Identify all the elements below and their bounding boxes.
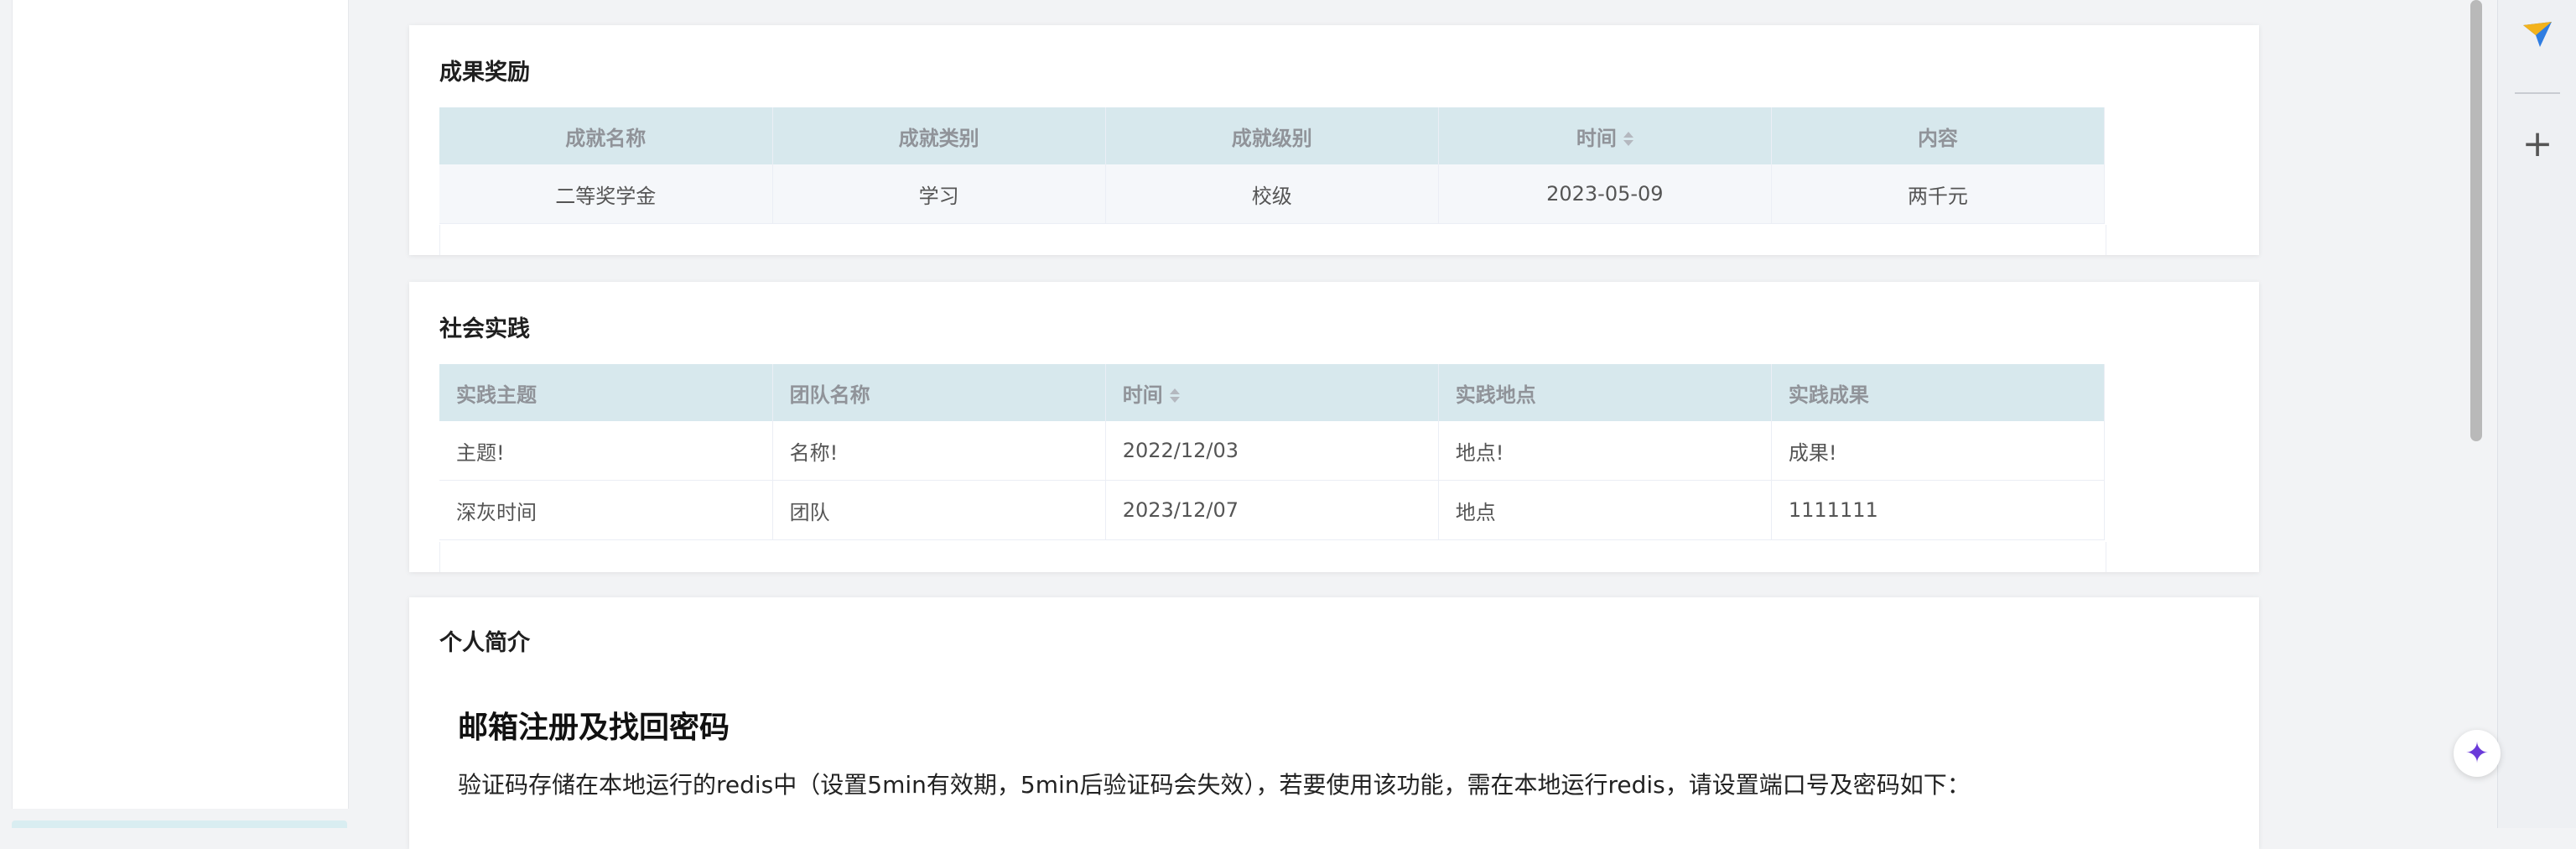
right-rail: + [2497, 0, 2576, 828]
left-panel-active-strip[interactable] [12, 820, 347, 828]
awards-header-row: 成就名称 成就类别 成就级别 时间 内容 [439, 107, 2106, 164]
table-cell: 二等奖学金 [439, 164, 773, 224]
awards-table: 成就名称 成就类别 成就级别 时间 内容 二等奖学金 学习 校级 2023-05… [439, 107, 2106, 224]
table-cell: 团队 [772, 480, 1106, 540]
sort-icon[interactable] [1623, 131, 1633, 148]
table-row[interactable]: 主题! 名称! 2022/12/03 地点! 成果! [439, 421, 2106, 481]
table-cell: 深灰时间 [439, 480, 773, 540]
left-panel [12, 0, 349, 809]
practice-col-team[interactable]: 团队名称 [772, 364, 1106, 421]
send-icon[interactable] [2498, 20, 2576, 52]
practice-card: 社会实践 实践主题 团队名称 时间 实践地点 实践成果 主题! 名称! 2022… [409, 282, 2259, 572]
awards-card: 成果奖励 成就名称 成就类别 成就级别 时间 内容 二等奖学金 学习 校级 20… [409, 25, 2259, 255]
practice-header-row: 实践主题 团队名称 时间 实践地点 实践成果 [439, 364, 2106, 421]
intro-paragraph: 验证码存储在本地运行的redis中（设置5min有效期，5min后验证码会失效）… [458, 771, 1971, 799]
table-cell: 地点! [1438, 421, 1772, 481]
practice-col-theme[interactable]: 实践主题 [439, 364, 773, 421]
awards-col-category[interactable]: 成就类别 [772, 107, 1106, 164]
awards-title: 成果奖励 [439, 60, 530, 86]
scrollbar-thumb[interactable] [2470, 0, 2482, 441]
table-cell: 两千元 [1771, 164, 2106, 224]
practice-title: 社会实践 [439, 316, 530, 342]
awards-col-name[interactable]: 成就名称 [439, 107, 773, 164]
table-empty-space [439, 225, 2106, 255]
table-cell: 名称! [772, 421, 1106, 481]
table-cell: 2023-05-09 [1438, 164, 1772, 224]
rail-divider [2515, 92, 2560, 94]
table-cell: 2023/12/07 [1105, 480, 1439, 540]
plus-icon[interactable]: + [2498, 126, 2576, 163]
awards-col-content[interactable]: 内容 [1771, 107, 2106, 164]
practice-col-time[interactable]: 时间 [1105, 364, 1439, 421]
main-content: 成果奖励 成就名称 成就类别 成就级别 时间 内容 二等奖学金 学习 校级 20… [377, 0, 2507, 849]
table-cell: 地点 [1438, 480, 1772, 540]
practice-col-location[interactable]: 实践地点 [1438, 364, 1772, 421]
practice-table: 实践主题 团队名称 时间 实践地点 实践成果 主题! 名称! 2022/12/0… [439, 364, 2106, 540]
awards-col-level[interactable]: 成就级别 [1105, 107, 1439, 164]
practice-col-result[interactable]: 实践成果 [1771, 364, 2106, 421]
table-row[interactable]: 二等奖学金 学习 校级 2023-05-09 两千元 [439, 164, 2106, 224]
table-cell: 校级 [1105, 164, 1439, 224]
table-cell: 主题! [439, 421, 773, 481]
table-empty-space [439, 542, 2106, 572]
awards-col-time[interactable]: 时间 [1438, 107, 1772, 164]
sort-icon[interactable] [1169, 388, 1180, 404]
table-cell: 1111111 [1771, 480, 2106, 540]
table-cell: 成果! [1771, 421, 2106, 481]
intro-card: 个人简介 邮箱注册及找回密码 验证码存储在本地运行的redis中（设置5min有… [409, 597, 2259, 849]
intro-heading: 邮箱注册及找回密码 [458, 711, 730, 745]
table-cell: 2022/12/03 [1105, 421, 1439, 481]
table-cell: 学习 [772, 164, 1106, 224]
table-row[interactable]: 深灰时间 团队 2023/12/07 地点 1111111 [439, 480, 2106, 540]
intro-title: 个人简介 [439, 630, 530, 656]
sparkle-icon[interactable]: ✦ [2454, 730, 2501, 777]
